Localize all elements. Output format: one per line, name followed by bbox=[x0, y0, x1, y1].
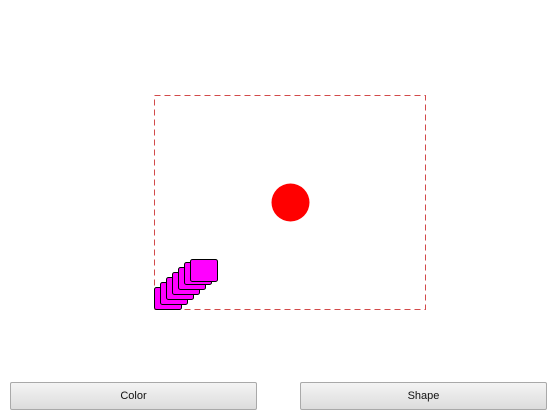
trail-square-lead bbox=[190, 259, 218, 282]
app-window: Color Shape bbox=[0, 0, 560, 420]
red-ball bbox=[271, 183, 310, 222]
square-trail bbox=[154, 259, 218, 310]
drawing-canvas bbox=[0, 0, 560, 370]
color-button[interactable]: Color bbox=[10, 382, 257, 410]
canvas-svg bbox=[154, 95, 426, 310]
shape-button[interactable]: Shape bbox=[300, 382, 547, 410]
